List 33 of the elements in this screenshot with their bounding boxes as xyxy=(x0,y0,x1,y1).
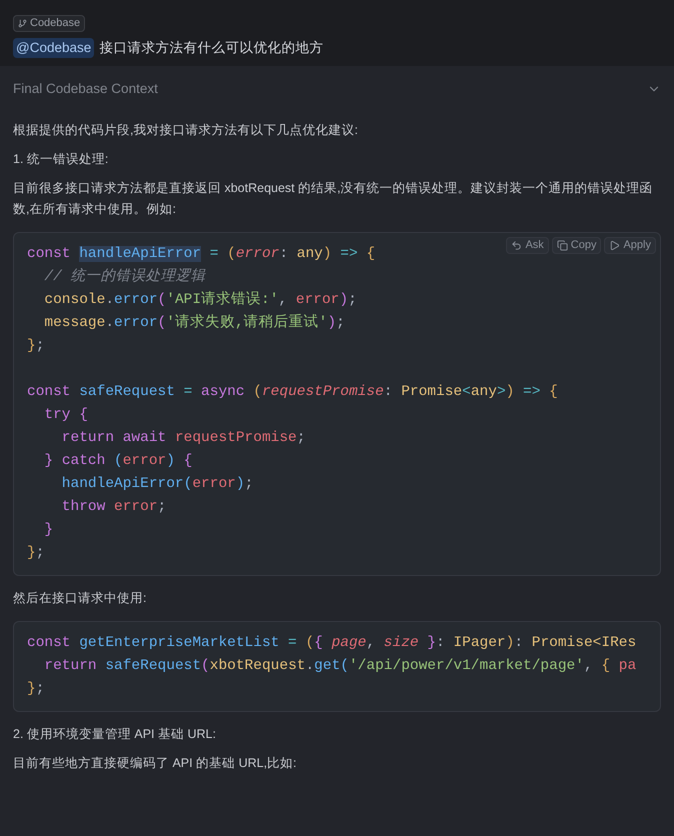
code-line: message.error('请求失败,请稍后重试'); xyxy=(43,313,345,334)
code-line: } xyxy=(43,521,54,540)
answer-paragraph: 根据提供的代码片段,我对接口请求方法有以下几点优化建议: xyxy=(13,122,359,140)
code-action-button[interactable]: Apply xyxy=(604,237,656,254)
code-line: try { xyxy=(43,406,88,426)
code-line: // 统一的错误处理逻辑 xyxy=(43,267,206,288)
code-line: }; xyxy=(27,337,44,356)
context-tag[interactable]: Codebase xyxy=(13,15,86,32)
answer-paragraph: 1. 统一错误处理: xyxy=(13,151,110,168)
code-line: throw error; xyxy=(60,498,166,518)
answer-paragraph: 2. 使用环境变量管理 API 基础 URL: xyxy=(13,726,217,744)
code-action-button[interactable]: Ask xyxy=(506,237,549,254)
code-line: const safeRequest = async (requestPromise: Promise<any>) => { xyxy=(27,383,558,402)
code-line: }; xyxy=(27,680,44,700)
code-line: return await requestPromise; xyxy=(60,429,306,448)
branch-icon xyxy=(18,19,27,28)
code-line: handleApiError(error); xyxy=(60,475,254,494)
code-line: } catch (error) { xyxy=(43,452,192,472)
code-line: const getEnterpriseMarketList = ({ page, size }: IPager): Promise<IRes xyxy=(27,634,636,654)
copy-icon xyxy=(556,240,568,252)
mention-chip: @Codebase xyxy=(13,38,94,58)
code-line: console.error('API请求错误:', error); xyxy=(43,290,357,310)
query-text: 接口请求方法有什么可以优化的地方 xyxy=(99,39,324,57)
code-line: return safeRequest(xbotRequest.get('/api/power/v1/market/page', { pa xyxy=(43,657,636,676)
play-icon xyxy=(609,240,620,252)
answer-paragraph: 然后在接口请求中使用: xyxy=(13,590,148,608)
code-line: }; xyxy=(27,544,44,564)
code-action-button[interactable]: Copy xyxy=(552,237,602,254)
answer-paragraph: 目前有些地方直接硬编码了 API 的基础 URL,比如: xyxy=(13,755,298,772)
code-line: const handleApiError = (error: any) => { xyxy=(27,245,376,264)
reply-arrow-icon xyxy=(511,240,522,252)
answer-paragraph: 目前很多接口请求方法都是直接返回 xbotRequest 的结果,没有统一的错误处理。建议封装一个通用的错误处理函数,在所有请求中使用。例如: xyxy=(13,180,654,218)
section-title: Final Codebase Context xyxy=(13,80,158,98)
